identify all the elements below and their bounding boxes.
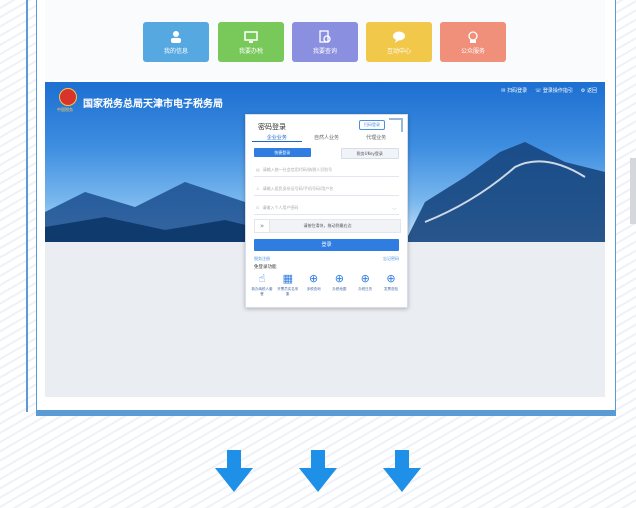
field-placeholder: 请输入统一社会信用代码/纳税人识别号 (262, 167, 333, 172)
tile-label: 我的信息 (163, 48, 188, 55)
forgot-password-link[interactable]: 忘记密码 (383, 256, 399, 262)
captcha-slider[interactable]: » 请按住滑块，拖动到最右边 (254, 219, 401, 233)
quick-label: 办税地图 (332, 287, 347, 291)
qr-corner-icon[interactable] (389, 118, 403, 132)
login-tabs: 企业业务 自然人业务 代理业务 (252, 134, 401, 142)
hand-click-icon: ☝ (258, 272, 266, 285)
subtab-ukey-login[interactable]: 税务UKey登录 (340, 148, 399, 159)
back-link[interactable]: ⚙ 返回 (581, 87, 597, 94)
tax-portal-screenshot: 中国税务 国家税务总局天津市电子税务局 ✉ 扫码登录 ☏ 登录操作指引 ⚙ 返回… (45, 82, 605, 397)
magnify-icon: ⊕ (360, 272, 370, 285)
slider-text: 请按住滑块，拖动到最右边 (303, 223, 352, 228)
user-icon: ♙ (256, 186, 260, 191)
magnify-icon: ⊕ (386, 272, 396, 285)
quick-tax-calendar[interactable]: ⊕ 办税日历 (353, 273, 377, 297)
quick-label: 开票员实名采集 (277, 287, 299, 296)
field-placeholder: 请输入个人用户密码 (262, 205, 299, 210)
down-arrow-icon (215, 450, 253, 492)
quick-tax-map[interactable]: ⊕ 办税地图 (327, 273, 351, 297)
username-field[interactable]: ♙ 请输入居民身份证号码/手机号码/用户名 (254, 182, 399, 196)
tile-label: 互动中心 (386, 48, 411, 55)
field-placeholder: 请输入居民身份证号码/手机号码/用户名 (262, 186, 334, 191)
slider-handle-icon[interactable]: » (255, 220, 270, 232)
left-accent-line (26, 0, 28, 412)
nologin-title: 免登录功能 (254, 265, 277, 270)
emblem-caption: 中国税务 (57, 107, 73, 112)
portal-top-strip: 我的信息 我要办税 我要查询 互动中心 公众服务 (45, 0, 605, 80)
taxpayer-id-field[interactable]: ▤ 请输入统一社会信用代码/纳税人识别号 (254, 163, 399, 177)
login-button[interactable]: 登录 (254, 239, 399, 251)
login-guide-link[interactable]: ☏ 登录操作指引 (535, 87, 573, 94)
down-arrow-icon (383, 450, 421, 492)
password-field[interactable]: ⊡ 请输入个人用户密码 ◡ (254, 201, 399, 215)
tile-interaction[interactable]: 互动中心 (366, 22, 432, 62)
subtab-quick-login[interactable]: 快捷登录 (254, 148, 311, 157)
qr-login-link[interactable]: ✉ 扫码登录 (501, 87, 527, 94)
quick-label: 新办纳税人套餐 (251, 287, 273, 296)
tile-label: 我要查询 (312, 48, 337, 55)
magnify-icon: ⊕ (334, 272, 344, 285)
tab-individual[interactable]: 自然人业务 (302, 134, 352, 142)
person-icon (171, 31, 181, 43)
building-icon: ▤ (256, 167, 260, 172)
scan-login-button[interactable]: 扫码登录 (359, 120, 385, 130)
quick-invoice-realname[interactable]: ▦ 开票员实名采集 (276, 273, 300, 297)
tab-agent[interactable]: 代理业务 (351, 134, 401, 142)
quick-invoice-check[interactable]: ⊕ 发票查验 (379, 273, 403, 297)
tax-emblem-icon (59, 88, 77, 106)
tile-query[interactable]: 我要查询 (292, 22, 358, 62)
chat-icon (393, 31, 405, 43)
tile-my-info[interactable]: 我的信息 (143, 22, 209, 62)
login-panel: 密码登录 扫码登录 企业业务 自然人业务 代理业务 快捷登录 税务UKey登录 … (245, 114, 408, 308)
quick-new-taxpayer[interactable]: ☝ 新办纳税人套餐 (250, 273, 274, 297)
service-icon (468, 31, 478, 43)
monitor-icon (244, 31, 258, 43)
lock-icon: ⊡ (256, 205, 260, 210)
down-arrow-icon (299, 450, 337, 492)
scroll-side-tab[interactable] (630, 158, 636, 224)
site-title: 国家税务总局天津市电子税务局 (83, 99, 223, 110)
tile-label: 公众服务 (460, 48, 485, 55)
quick-label: 涉税查询 (306, 287, 321, 291)
quick-tax-query[interactable]: ⊕ 涉税查询 (302, 273, 326, 297)
tile-public-service[interactable]: 公众服务 (440, 22, 506, 62)
frame-bottom-bar (36, 410, 616, 416)
register-link[interactable]: 税务注册 (254, 256, 270, 262)
search-doc-icon (319, 30, 331, 43)
tile-do-tax[interactable]: 我要办税 (218, 22, 284, 62)
quick-label: 发票查验 (383, 287, 398, 291)
login-subtabs: 快捷登录 税务UKey登录 (254, 148, 399, 159)
login-links: 税务注册 忘记密码 (254, 256, 399, 262)
header-links: ✉ 扫码登录 ☏ 登录操作指引 ⚙ 返回 (501, 87, 597, 94)
tile-label: 我要办税 (238, 48, 263, 55)
doc-check-icon: ▦ (282, 272, 293, 285)
tab-enterprise[interactable]: 企业业务 (252, 134, 302, 142)
eye-icon[interactable]: ◡ (393, 201, 397, 214)
quick-label: 办税日历 (358, 287, 373, 291)
quick-functions: ☝ 新办纳税人套餐 ▦ 开票员实名采集 ⊕ 涉税查询 ⊕ 办税地图 ⊕ 办税日历 ⊕ 发票查… (250, 273, 403, 297)
login-title: 密码登录 (258, 123, 286, 131)
magnify-icon: ⊕ (308, 272, 319, 285)
